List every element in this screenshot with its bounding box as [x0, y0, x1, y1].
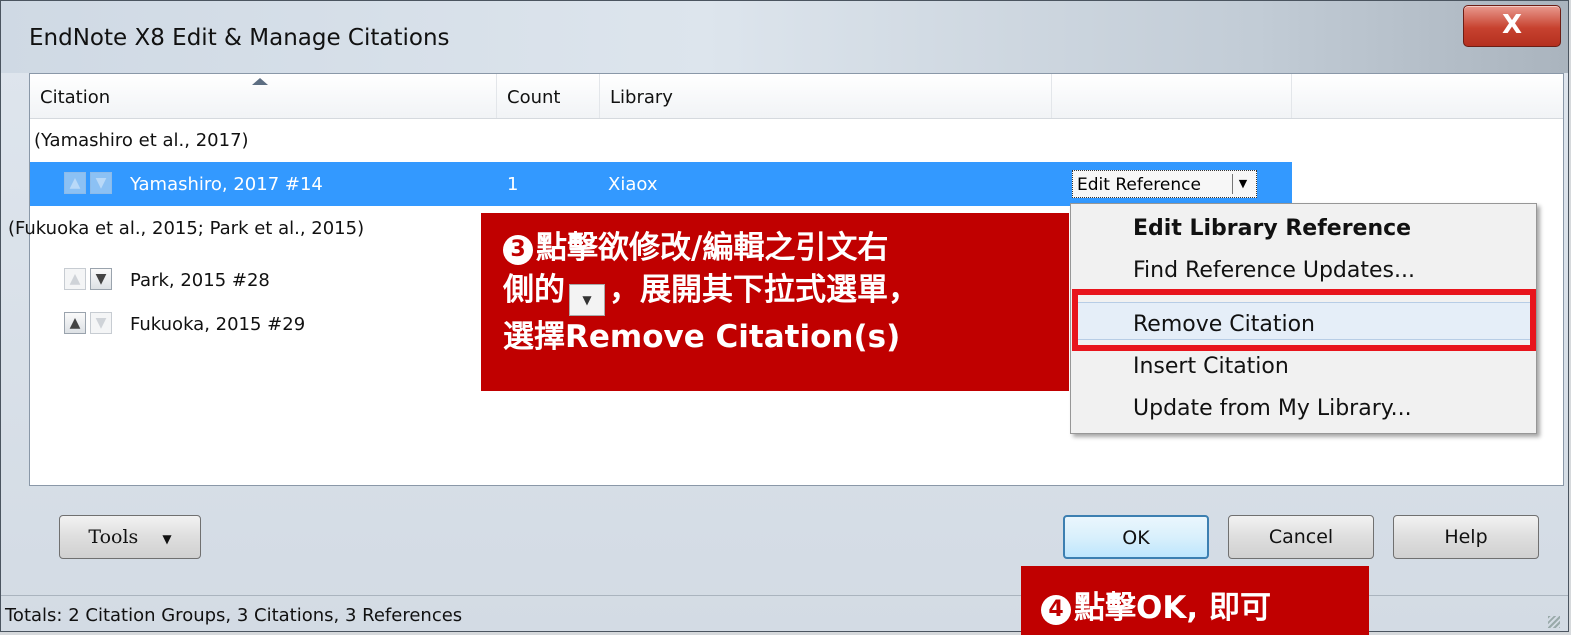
sort-ascending-icon — [252, 78, 268, 85]
ok-button[interactable]: OK — [1063, 515, 1209, 559]
citation-row-selected[interactable]: ▲ ▼ Yamashiro, 2017 #14 1 Xiaox Edit Ref… — [30, 162, 1292, 206]
menu-item-update-from-library[interactable]: Update from My Library... — [1133, 396, 1412, 421]
column-header-library[interactable]: Library — [600, 74, 1052, 118]
step-number-badge: 3 — [503, 235, 533, 265]
instruction-callout-step3: 3 點擊欲修改/編輯之引文右 側的 ▼ ，展開其下拉式選單， 選擇Remove Cit… — [481, 213, 1069, 391]
instruction-callout-step4: 4 點擊OK, 即可 — [1021, 566, 1369, 635]
column-header-citation[interactable]: Citation — [30, 74, 497, 118]
step-number-badge: 4 — [1041, 595, 1071, 625]
resize-grip-icon[interactable] — [1548, 616, 1560, 628]
tools-label: Tools — [88, 526, 139, 548]
menu-item-edit-library-reference[interactable]: Edit Library Reference — [1133, 216, 1411, 241]
callout-text: 點擊OK, 即可 — [1074, 590, 1271, 626]
callout-line2: 側的 ▼ ，展開其下拉式選單， — [503, 269, 1069, 316]
status-text: Totals: 2 Citation Groups, 3 Citations, … — [5, 605, 463, 626]
column-library-label: Library — [610, 87, 673, 108]
callout-text: 側的 — [503, 272, 565, 308]
column-count-label: Count — [507, 87, 561, 108]
chevron-down-icon: ▼ — [569, 284, 605, 316]
citation-label: Yamashiro, 2017 #14 — [130, 174, 323, 195]
move-down-icon[interactable]: ▼ — [90, 268, 112, 290]
citation-group-label: (Fukuoka et al., 2015; Park et al., 2015… — [8, 218, 365, 239]
column-header-count[interactable]: Count — [497, 74, 600, 118]
citation-group-row[interactable]: (Yamashiro et al., 2017) — [30, 118, 1563, 162]
tools-button[interactable]: Tools ▼ — [59, 515, 201, 559]
edit-reference-label: Edit Reference — [1077, 175, 1201, 195]
chevron-down-icon[interactable]: ▼ — [1232, 174, 1253, 194]
highlight-box — [1072, 289, 1536, 351]
citation-group-label: (Yamashiro et al., 2017) — [34, 130, 249, 151]
column-header-blank — [1052, 74, 1292, 118]
title-bar: EndNote X8 Edit & Manage Citations X — [1, 1, 1568, 73]
column-header-row: Citation Count Library — [30, 74, 1563, 119]
citation-label: Fukuoka, 2015 #29 — [130, 314, 306, 335]
help-button[interactable]: Help — [1393, 515, 1539, 559]
window-title: EndNote X8 Edit & Manage Citations — [29, 25, 450, 51]
callout-text: ，展開其下拉式選單， — [609, 272, 919, 308]
citations-dialog: EndNote X8 Edit & Manage Citations X Cit… — [0, 0, 1569, 635]
menu-item-find-reference-updates[interactable]: Find Reference Updates... — [1133, 258, 1415, 283]
callout-line3: 選擇Remove Citation(s) — [503, 319, 901, 355]
edit-reference-dropdown[interactable]: Edit Reference ▼ — [1072, 170, 1257, 198]
move-up-icon[interactable]: ▲ — [64, 312, 86, 334]
citation-library: Xiaox — [608, 174, 658, 195]
column-citation-label: Citation — [40, 87, 111, 108]
cancel-button[interactable]: Cancel — [1228, 515, 1374, 559]
chevron-down-icon: ▼ — [162, 532, 172, 546]
move-up-icon[interactable]: ▲ — [64, 268, 86, 290]
menu-item-insert-citation[interactable]: Insert Citation — [1133, 354, 1289, 379]
close-button[interactable]: X — [1463, 5, 1561, 47]
move-down-icon[interactable]: ▼ — [90, 172, 112, 194]
move-down-icon[interactable]: ▼ — [90, 312, 112, 334]
callout-line1: 3 點擊欲修改/編輯之引文右 — [503, 227, 1069, 269]
citation-label: Park, 2015 #28 — [130, 270, 270, 291]
citation-count: 1 — [507, 174, 519, 195]
move-up-icon[interactable]: ▲ — [64, 172, 86, 194]
callout-text: 點擊欲修改/編輯之引文右 — [536, 230, 889, 266]
